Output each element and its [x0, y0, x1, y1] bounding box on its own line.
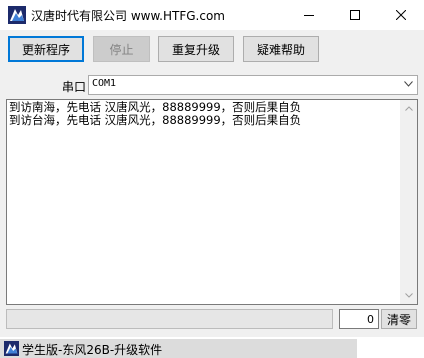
log-line: 到访台海，先电话 汉唐风光，88889999，否则后果自负 — [9, 113, 302, 127]
app-logo-icon — [4, 341, 19, 356]
scroll-up-button[interactable] — [400, 100, 417, 117]
vertical-scrollbar[interactable] — [400, 100, 417, 304]
maximize-icon — [350, 10, 360, 20]
app-logo-icon — [8, 6, 26, 24]
help-button[interactable]: 疑难帮助 — [243, 36, 319, 62]
scroll-down-button[interactable] — [400, 287, 417, 304]
port-value: COM1 — [92, 78, 117, 89]
log-textarea[interactable]: 到访南海，先电话 汉唐风光，88889999，否则后果自负 到访台海，先电话 汉… — [6, 99, 418, 305]
port-select[interactable]: COM1 — [88, 75, 418, 95]
clear-button[interactable]: 清零 — [381, 309, 417, 329]
count-value: 0 — [367, 313, 374, 326]
close-icon — [396, 10, 406, 20]
chevron-up-icon — [404, 106, 413, 111]
maximize-button[interactable] — [332, 0, 378, 30]
taskbar-item[interactable]: 学生版-东风26B-升级软件 — [0, 339, 357, 358]
count-field[interactable]: 0 — [339, 309, 379, 329]
stop-button: 停止 — [93, 36, 150, 62]
close-button[interactable] — [378, 0, 424, 30]
chevron-down-icon — [404, 293, 413, 298]
progress-bar — [6, 309, 333, 329]
main-panel: 更新程序 停止 重复升级 疑难帮助 串口 COM1 到访南海，先电话 汉唐风光，… — [0, 30, 424, 337]
repeat-upgrade-button[interactable]: 重复升级 — [158, 36, 234, 62]
title-bar: 汉唐时代有限公司 www.HTFG.com — [0, 0, 424, 30]
minimize-icon — [304, 15, 314, 16]
chevron-down-icon — [404, 81, 413, 87]
taskbar: 学生版-东风26B-升级软件 — [0, 337, 424, 358]
window-title: 汉唐时代有限公司 www.HTFG.com — [31, 9, 225, 23]
port-label: 串口 — [62, 80, 87, 94]
update-program-button[interactable]: 更新程序 — [8, 36, 84, 62]
taskbar-label: 学生版-东风26B-升级软件 — [22, 343, 163, 357]
minimize-button[interactable] — [286, 0, 332, 30]
